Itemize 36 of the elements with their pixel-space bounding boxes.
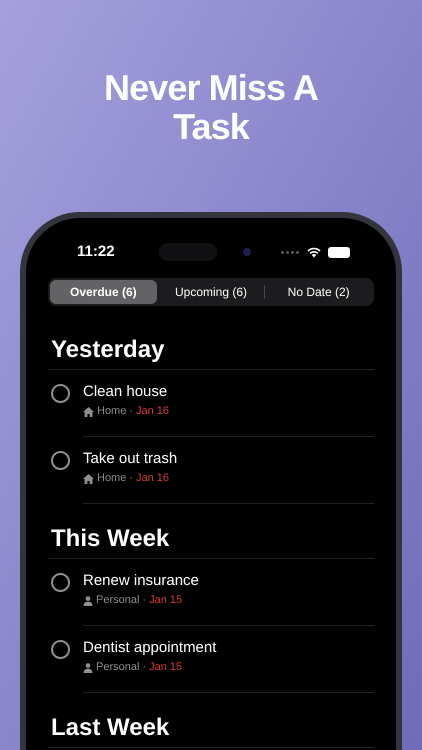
signal-icon <box>280 250 299 254</box>
list-name: Home <box>97 405 126 418</box>
list-name: Home <box>97 472 126 485</box>
separator-dot: · <box>129 472 134 485</box>
checkbox[interactable] <box>51 573 70 592</box>
battery-icon <box>328 246 350 258</box>
due-date: Jan 15 <box>149 594 182 607</box>
camera-icon <box>242 248 251 256</box>
wifi-icon <box>306 246 321 258</box>
segment-tab[interactable]: No Date (2) <box>265 280 372 304</box>
due-date: Jan 15 <box>149 661 182 674</box>
separator-dot: · <box>129 405 134 418</box>
person-icon <box>83 596 93 606</box>
separator-dot: · <box>142 594 146 607</box>
task-title: Renew insurance <box>83 571 200 590</box>
checkbox[interactable] <box>51 451 70 470</box>
task-title: Clean house <box>83 382 168 401</box>
section-heading: Last Week <box>51 715 170 741</box>
segment-tab[interactable]: Overdue (6) <box>50 280 157 304</box>
headline: Never Miss A Task <box>103 68 319 146</box>
list-name: Personal <box>96 661 140 674</box>
checkbox[interactable] <box>51 640 70 659</box>
list-name: Personal <box>96 594 140 607</box>
house-icon <box>83 406 94 416</box>
due-date: Jan 16 <box>136 472 170 485</box>
segment-tab[interactable]: Upcoming (6) <box>158 280 264 304</box>
due-date: Jan 16 <box>136 405 170 418</box>
separator-dot: · <box>142 661 146 674</box>
task-title: Dentist appointment <box>83 638 218 657</box>
task-title: Take out trash <box>83 449 178 468</box>
checkbox[interactable] <box>51 384 70 403</box>
status-time: 11:22 <box>77 242 115 262</box>
section-heading: This Week <box>51 526 170 552</box>
house-icon <box>83 474 94 484</box>
person-icon <box>83 662 93 672</box>
section-heading: Yesterday <box>51 337 166 363</box>
